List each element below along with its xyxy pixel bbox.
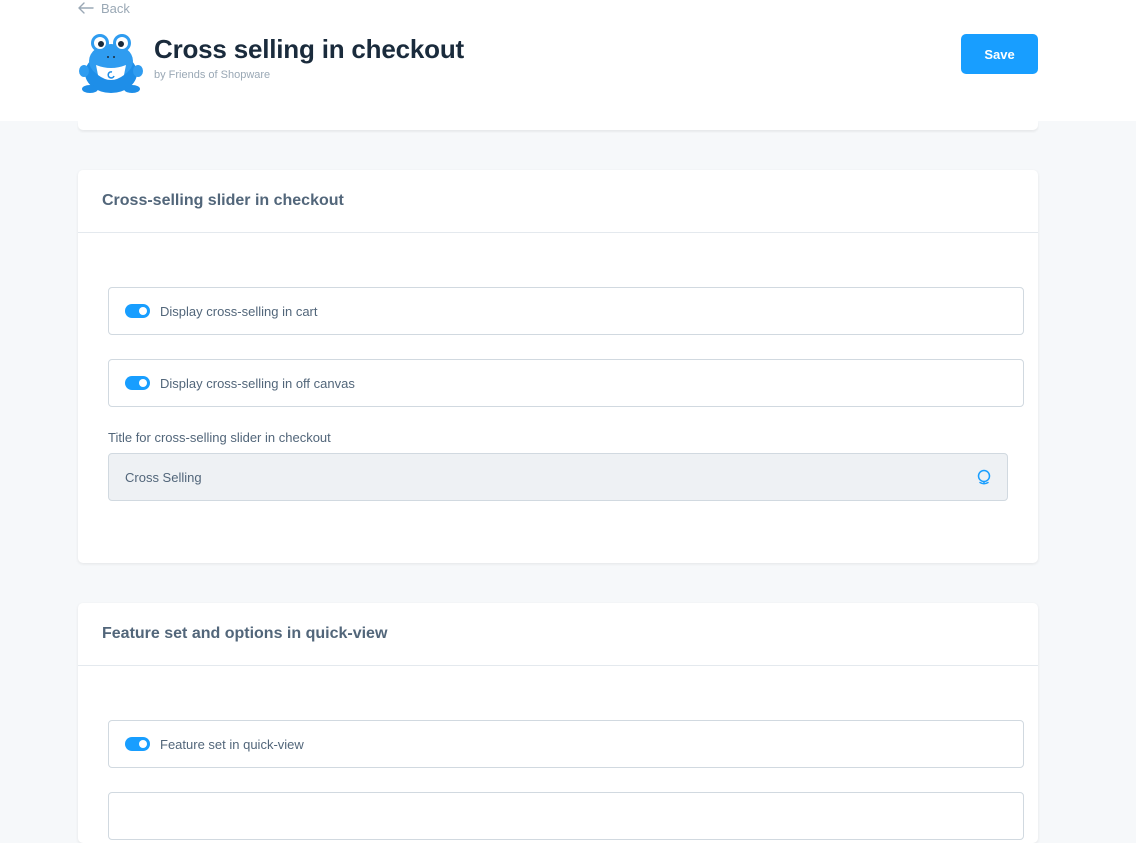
card-title: Feature set and options in quick-view: [102, 625, 388, 642]
field-label: Title for cross-selling slider in checko…: [108, 430, 331, 445]
arrow-left-icon: [78, 2, 94, 14]
card-cross-selling-slider: Cross-selling slider in checkout Display…: [78, 170, 1038, 563]
toggle-label: Display cross-selling in cart: [160, 303, 318, 319]
toggle-label: Display cross-selling in off canvas: [160, 375, 355, 391]
toggle-label: Feature set in quick-view: [160, 736, 304, 752]
toggle-display-cross-selling-in-off-canvas[interactable]: Display cross-selling in off canvas: [108, 359, 1024, 407]
previous-card-edge: [78, 121, 1038, 130]
back-label: Back: [101, 0, 130, 16]
title-input-wrapper: [108, 453, 1008, 501]
frog-logo-icon: [79, 34, 143, 93]
switch[interactable]: [125, 304, 150, 318]
switch-knob: [139, 379, 147, 387]
card-header: Feature set and options in quick-view: [78, 603, 1038, 666]
save-button[interactable]: Save: [961, 34, 1038, 74]
plugin-byline: by Friends of Shopware: [154, 69, 271, 81]
toggle-feature-set-in-quick-view[interactable]: Feature set in quick-view: [108, 720, 1024, 768]
switch-knob: [139, 740, 147, 748]
back-link[interactable]: Back: [78, 0, 130, 16]
card-header: Cross-selling slider in checkout: [78, 170, 1038, 233]
page-title: Cross selling in checkout: [154, 34, 464, 64]
toggle-row-partial[interactable]: [108, 792, 1024, 840]
switch[interactable]: [125, 737, 150, 751]
card-title: Cross-selling slider in checkout: [102, 192, 344, 209]
slider-title-input[interactable]: [109, 455, 975, 499]
page-header: Back Cross selling in checkout by Friend…: [0, 0, 1136, 121]
globe-translate-icon[interactable]: [975, 468, 993, 486]
switch-knob: [139, 307, 147, 315]
card-feature-set-quick-view: Feature set and options in quick-view Fe…: [78, 603, 1038, 843]
toggle-display-cross-selling-in-cart[interactable]: Display cross-selling in cart: [108, 287, 1024, 335]
switch[interactable]: [125, 376, 150, 390]
